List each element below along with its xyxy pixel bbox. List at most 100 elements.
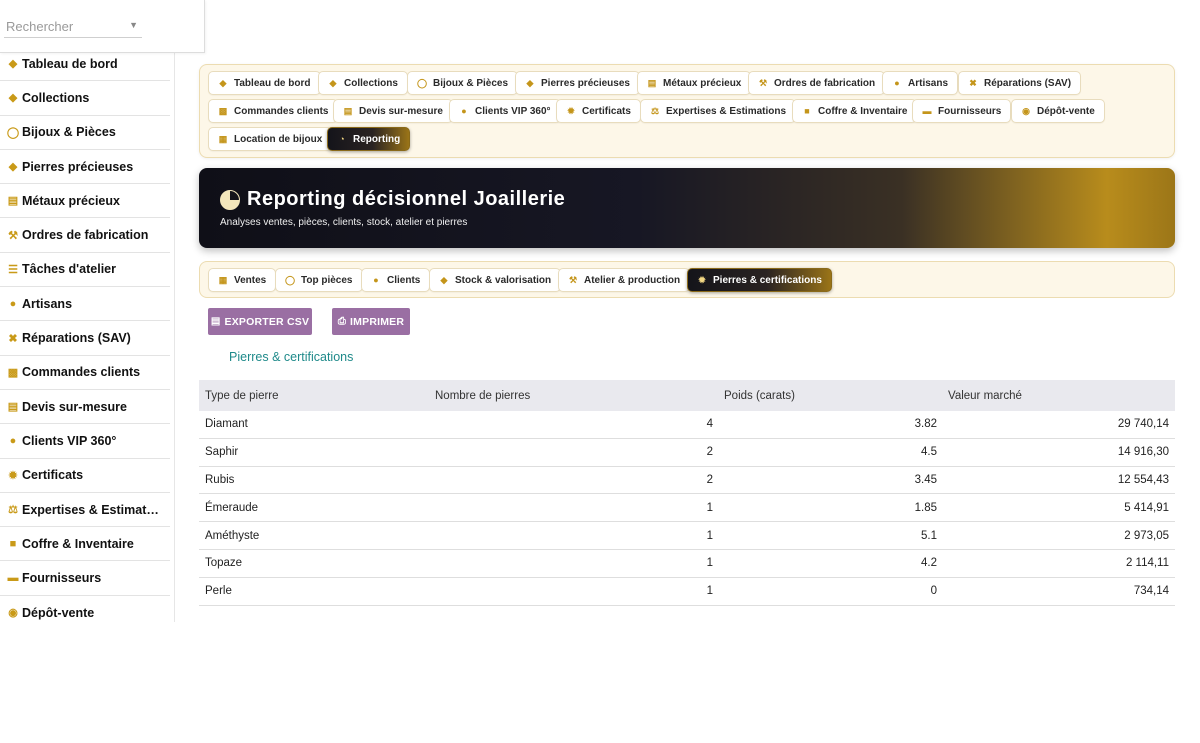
column-header[interactable]: Nombre de pierres xyxy=(429,390,713,402)
page-subtitle: Analyses ventes, pièces, clients, stock,… xyxy=(220,217,468,228)
nav-location[interactable]: ▦ Location de bijoux xyxy=(208,127,333,151)
scale-icon: ⚖ xyxy=(8,504,18,516)
document-icon: ▤ xyxy=(7,401,19,414)
nav-fournisseurs[interactable]: ▬ Fournisseurs xyxy=(912,99,1012,123)
nav-bijoux[interactable]: ◯ Bijoux & Pièces xyxy=(407,71,519,95)
tab-stock[interactable]: ◆ Stock & valorisation xyxy=(429,268,562,292)
sidebar-item-commandes[interactable]: ▩ Commandes clients xyxy=(0,356,170,390)
table-row: Émeraude 1 1.85 5 414,91 xyxy=(199,494,1175,523)
tab-top-pieces[interactable]: ◯ Top pièces xyxy=(275,268,363,292)
sidebar: ◆ Tableau de bord ◆ Collections ◯ Bijoux & … xyxy=(0,0,175,622)
tools-icon: ✖ xyxy=(969,77,977,88)
nav-certificats[interactable]: ✹ Certificats xyxy=(556,99,641,123)
nav-expertises[interactable]: ⚖ Expertises & Estimations xyxy=(640,99,797,123)
gem-icon: ◆ xyxy=(8,92,18,105)
gem-icon: ◆ xyxy=(219,77,227,88)
sidebar-item-bijoux[interactable]: ◯ Bijoux & Pièces xyxy=(0,116,170,150)
nav-reparations[interactable]: ✖ Réparations (SAV) xyxy=(958,71,1082,95)
caret-down-icon[interactable]: ▼ xyxy=(129,20,138,30)
lock-icon: ■ xyxy=(9,537,17,550)
nav-metaux[interactable]: ▤ Métaux précieux xyxy=(637,71,752,95)
nav-devis[interactable]: ▤ Devis sur-mesure xyxy=(333,99,453,123)
nav-ordres[interactable]: ⚒ Ordres de fabrication xyxy=(748,71,886,95)
users-icon: ● xyxy=(9,297,17,310)
nav-reporting[interactable]: ◔ Reporting xyxy=(327,127,411,151)
table-row: Diamant 4 3.82 29 740,14 xyxy=(199,411,1175,439)
handshake-icon: ◉ xyxy=(8,607,18,620)
sidebar-item-ordres[interactable]: ⚒ Ordres de fabrication xyxy=(0,218,170,253)
tab-pierres-certifications[interactable]: ✹ Pierres & certifications xyxy=(687,268,832,292)
users-icon: ● xyxy=(894,78,900,88)
page-title: Reporting décisionnel Joaillerie xyxy=(247,188,566,210)
certificate-icon: ✹ xyxy=(698,274,706,285)
sidebar-item-collections[interactable]: ◆ Collections xyxy=(0,81,170,116)
column-header[interactable]: Poids (carats) xyxy=(713,390,937,402)
sidebar-item-pierres[interactable]: ◆ Pierres précieuses xyxy=(0,150,170,185)
sidebar-item-fournisseurs[interactable]: ▬ Fournisseurs xyxy=(0,561,170,596)
truck-icon: ▬ xyxy=(922,106,932,116)
hammer-icon: ⚒ xyxy=(8,229,18,242)
nav-tableau-de-bord[interactable]: ◆ Tableau de bord xyxy=(208,71,321,95)
sidebar-item-metaux[interactable]: ▤ Métaux précieux xyxy=(0,184,170,219)
hammer-icon: ⚒ xyxy=(758,77,768,88)
table-row: Rubis 2 3.45 12 554,43 xyxy=(199,467,1175,495)
ring-icon: ◯ xyxy=(416,77,428,88)
nav-depot-vente[interactable]: ◉ Dépôt-vente xyxy=(1011,99,1105,123)
print-icon: ⎙ xyxy=(337,316,347,327)
file-icon: ▤ xyxy=(210,316,221,327)
ring-icon: ◯ xyxy=(6,126,20,139)
tab-atelier[interactable]: ⚒ Atelier & production xyxy=(558,268,691,292)
ring-icon: ◯ xyxy=(284,274,296,285)
table-row: Perle 1 0 734,14 xyxy=(199,578,1175,606)
user-icon: ● xyxy=(373,275,379,285)
table-row: Améthyste 1 5.1 2 973,05 xyxy=(199,522,1175,550)
stones-table: Type de pierre Nombre de pierres Poids (… xyxy=(199,380,1175,606)
column-header[interactable]: Valeur marché xyxy=(937,390,1175,402)
tab-ventes[interactable]: ▦ Ventes xyxy=(208,268,277,292)
nav-pierres[interactable]: ◆ Pierres précieuses xyxy=(515,71,640,95)
sidebar-item-taches[interactable]: ☰ Tâches d'atelier xyxy=(0,253,170,288)
hammer-icon: ⚒ xyxy=(568,274,578,285)
coins-icon: ▤ xyxy=(7,195,19,208)
nav-coffre[interactable]: ■ Coffre & Inventaire xyxy=(792,99,918,123)
list-icon: ☰ xyxy=(8,263,18,276)
sidebar-item-devis[interactable]: ▤ Devis sur-mesure xyxy=(0,390,170,425)
gem-icon: ◆ xyxy=(329,77,337,88)
sidebar-list: ◆ Tableau de bord ◆ Collections ◯ Bijoux & … xyxy=(0,47,170,630)
page-banner: Reporting décisionnel Joaillerie Analyse… xyxy=(199,168,1175,248)
sidebar-item-reparations[interactable]: ✖ Réparations (SAV) xyxy=(0,321,170,356)
gem-icon: ◆ xyxy=(8,161,18,174)
tab-clients[interactable]: ● Clients xyxy=(361,268,431,292)
document-icon: ▤ xyxy=(343,105,353,116)
nav-clients-vip[interactable]: ● Clients VIP 360° xyxy=(449,99,561,123)
search-input[interactable]: Rechercher ▼ xyxy=(4,14,142,38)
user-icon: ● xyxy=(9,434,17,447)
gem-icon: ◆ xyxy=(526,77,534,88)
table-row: Topaze 1 4.2 2 114,11 xyxy=(199,550,1175,578)
pie-chart-icon xyxy=(220,190,240,210)
nav-commandes[interactable]: ▩ Commandes clients xyxy=(208,99,339,123)
calendar-icon: ▦ xyxy=(218,133,228,144)
column-header[interactable]: Type de pierre xyxy=(199,390,429,402)
line-chart-icon: ▦ xyxy=(218,274,228,285)
table-header: Type de pierre Nombre de pierres Poids (… xyxy=(199,380,1175,411)
sidebar-item-depot-vente[interactable]: ◉ Dépôt-vente xyxy=(0,596,170,630)
truck-icon: ▬ xyxy=(7,572,19,585)
pie-chart-icon: ◔ xyxy=(339,134,345,144)
lock-icon: ■ xyxy=(804,106,810,116)
sidebar-item-certificats[interactable]: ✹ Certificats xyxy=(0,459,170,493)
sidebar-item-coffre[interactable]: ■ Coffre & Inventaire xyxy=(0,527,170,562)
export-csv-button[interactable]: ▤ EXPORTER CSV xyxy=(208,308,312,335)
table-row: Saphir 2 4.5 14 916,30 xyxy=(199,439,1175,467)
top-navigation: ◆ Tableau de bord ◆ Collections ◯ Bijoux & … xyxy=(199,64,1175,158)
sidebar-item-expertises[interactable]: ⚖ Expertises & Estimat… xyxy=(0,493,170,528)
coins-icon: ▤ xyxy=(647,77,657,88)
nav-artisans[interactable]: ● Artisans xyxy=(882,71,959,95)
print-button[interactable]: ⎙ IMPRIMER xyxy=(332,308,410,335)
tools-icon: ✖ xyxy=(8,332,18,345)
search-panel: Rechercher ▼ xyxy=(0,0,205,53)
sidebar-item-clients-vip[interactable]: ● Clients VIP 360° xyxy=(0,424,170,459)
nav-collections[interactable]: ◆ Collections xyxy=(318,71,408,95)
sidebar-item-artisans[interactable]: ● Artisans xyxy=(0,287,170,322)
handshake-icon: ◉ xyxy=(1022,105,1030,116)
